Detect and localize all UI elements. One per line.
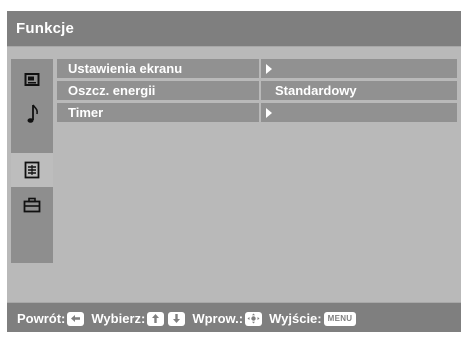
menu-item-value-box bbox=[261, 59, 457, 78]
key-hint-bar: Powrót: Wybierz: Wprow.: Wyjście: MENU bbox=[7, 302, 461, 332]
submenu-arrow-icon bbox=[266, 64, 272, 74]
menu-item-value-box bbox=[261, 103, 457, 122]
menu-item-label-box: Timer bbox=[57, 103, 259, 122]
title-bar: Funkcje bbox=[7, 11, 461, 47]
enter-key-icon bbox=[245, 311, 263, 326]
menu-item-label-box: Ustawienia ekranu bbox=[57, 59, 259, 78]
menu-item-label: Oszcz. energii bbox=[68, 83, 156, 98]
back-key-icon bbox=[67, 311, 85, 326]
picture-icon bbox=[24, 73, 40, 86]
sidebar-item-setup[interactable] bbox=[11, 188, 53, 222]
sound-icon bbox=[27, 104, 38, 123]
up-key-icon bbox=[147, 311, 165, 326]
page-title: Funkcje bbox=[16, 20, 75, 37]
menu-item-label: Ustawienia ekranu bbox=[68, 61, 183, 76]
sidebar-item-sound[interactable] bbox=[11, 97, 53, 131]
back-hint-label: Powrót: bbox=[17, 311, 66, 326]
features-icon bbox=[24, 161, 40, 179]
menu-item-value: Standardowy bbox=[275, 83, 357, 98]
category-sidebar bbox=[11, 59, 53, 263]
menu-content: Ustawienia ekranu Oszcz. energii Standar… bbox=[7, 47, 461, 302]
tv-menu-screen: Funkcje Ustawienia ekranu Oszcz. energii… bbox=[7, 11, 461, 332]
select-hint-label: Wybierz: bbox=[91, 311, 146, 326]
enter-hint-label: Wprow.: bbox=[192, 311, 244, 326]
sidebar-item-picture[interactable] bbox=[11, 63, 53, 97]
menu-item-value-box: Standardowy bbox=[261, 81, 457, 100]
menu-key-icon: MENU bbox=[323, 311, 357, 326]
exit-hint-label: Wyjście: bbox=[269, 311, 322, 326]
sidebar-item-features[interactable] bbox=[11, 153, 53, 187]
features-menu: Ustawienia ekranu Oszcz. energii Standar… bbox=[57, 59, 457, 125]
key-hints: Powrót: Wybierz: Wprow.: Wyjście: MENU bbox=[17, 311, 358, 326]
submenu-arrow-icon bbox=[266, 108, 272, 118]
menu-item-label: Timer bbox=[68, 105, 104, 120]
down-key-icon bbox=[168, 311, 186, 326]
menu-item-label-box: Oszcz. energii bbox=[57, 81, 259, 100]
setup-icon bbox=[23, 197, 41, 213]
